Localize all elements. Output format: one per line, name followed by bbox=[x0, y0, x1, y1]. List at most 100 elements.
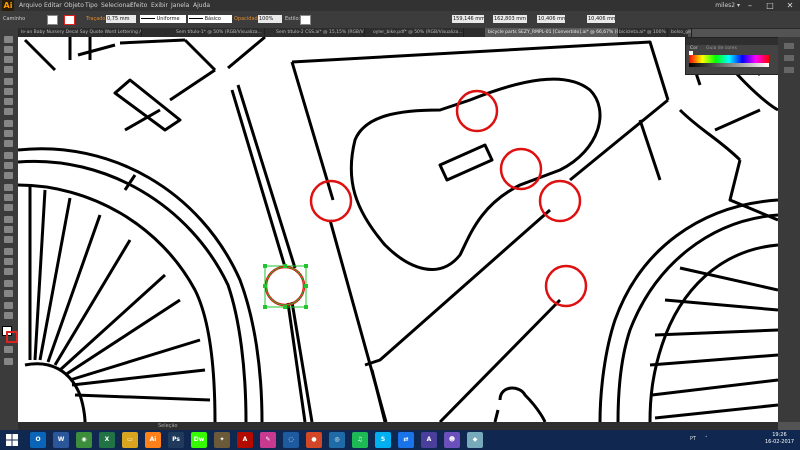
taskbar-app-outlook-icon[interactable]: O bbox=[30, 432, 46, 448]
hand-tool-icon[interactable] bbox=[4, 302, 13, 309]
taskbar-app-acrobat-icon[interactable]: A bbox=[237, 432, 253, 448]
panel-icon[interactable] bbox=[784, 55, 794, 61]
taskbar-app-app-20-icon[interactable]: ◆ bbox=[467, 432, 483, 448]
workspace-switcher[interactable]: miles2 ▾ bbox=[715, 2, 740, 9]
taskbar-app-photoshop-icon[interactable]: Ps bbox=[168, 432, 184, 448]
paintbrush-tool-icon[interactable] bbox=[4, 120, 13, 127]
shape-builder-tool-icon[interactable] bbox=[4, 194, 13, 201]
scale-tool-icon[interactable] bbox=[4, 162, 13, 169]
width-tool-icon[interactable] bbox=[4, 172, 13, 179]
brush-select[interactable]: Básico bbox=[188, 15, 232, 23]
panel-icon[interactable] bbox=[784, 43, 794, 49]
maximize-icon[interactable]: □ bbox=[760, 0, 780, 11]
taskbar-app-file-explorer-icon[interactable]: ▭ bbox=[122, 432, 138, 448]
artboard-canvas[interactable] bbox=[18, 37, 778, 422]
taskbar-app-illustrator-icon[interactable]: Ai bbox=[145, 432, 161, 448]
artboard-tool-icon[interactable] bbox=[4, 280, 13, 287]
menu-efeito[interactable]: Efeito bbox=[130, 2, 147, 9]
pencil-tool-icon[interactable] bbox=[4, 130, 13, 137]
windows-start-icon[interactable] bbox=[6, 434, 18, 446]
graph-tool-icon[interactable] bbox=[4, 268, 13, 275]
minimize-icon[interactable]: – bbox=[740, 0, 760, 11]
menu-exibir[interactable]: Exibir bbox=[151, 2, 168, 9]
tab-document-1[interactable]: le-an Baby Nursery Decal Say Quote Word … bbox=[18, 28, 142, 37]
selection-handle bbox=[263, 264, 267, 268]
taskbar-app-excel-icon[interactable]: X bbox=[99, 432, 115, 448]
menu-editar[interactable]: Editar bbox=[44, 2, 62, 9]
line-tool-icon[interactable] bbox=[4, 98, 13, 105]
type-tool-icon[interactable] bbox=[4, 88, 13, 95]
language-indicator[interactable]: PT bbox=[690, 436, 696, 442]
rotate-tool-icon[interactable] bbox=[4, 152, 13, 159]
selected-object[interactable] bbox=[263, 264, 308, 309]
taskbar-app-app-9-icon[interactable]: ✦ bbox=[214, 432, 230, 448]
grayscale-ramp[interactable] bbox=[689, 63, 769, 67]
stroke-profile-select[interactable]: Uniforme bbox=[140, 15, 186, 23]
screen-mode-icon[interactable] bbox=[4, 358, 13, 365]
taskbar-app-app-19-icon[interactable]: ☻ bbox=[444, 432, 460, 448]
menu-tipo[interactable]: Tipo bbox=[85, 2, 98, 9]
left-wheel-tire bbox=[18, 183, 217, 422]
selection-handle bbox=[304, 305, 308, 309]
color-panel-tab-guide[interactable]: Guia de cores bbox=[706, 46, 737, 51]
tray-chevron-icon[interactable]: ˄ bbox=[705, 436, 708, 442]
taskbar-clock[interactable]: 19:26 16-02-2017 bbox=[765, 432, 794, 446]
close-icon[interactable]: ✕ bbox=[780, 0, 800, 11]
tab-document-5[interactable]: bicycle parts SEZY_RMPL-01 [Convertido].… bbox=[485, 28, 619, 37]
menu-selecionar[interactable]: Selecionar bbox=[101, 2, 132, 9]
taskbar-app-skype-icon[interactable]: S bbox=[375, 432, 391, 448]
gradient-tool-icon[interactable] bbox=[4, 226, 13, 233]
zoom-tool-icon[interactable] bbox=[4, 312, 13, 319]
menu-janela[interactable]: Janela bbox=[171, 2, 189, 9]
magic-wand-tool-icon[interactable] bbox=[4, 56, 13, 63]
direct-selection-tool-icon[interactable] bbox=[4, 46, 13, 53]
fill-swatch[interactable] bbox=[47, 15, 58, 25]
menu-ajuda[interactable]: Ajuda bbox=[193, 2, 210, 9]
taskbar-app-chrome-icon[interactable]: ◉ bbox=[76, 432, 92, 448]
taskbar-app-dreamweaver-icon[interactable]: Dw bbox=[191, 432, 207, 448]
x-field[interactable]: 159,146 mm bbox=[452, 15, 484, 23]
stroke-weight-field[interactable]: 0,75 mm bbox=[106, 15, 136, 23]
tab-document-6[interactable]: bicicleta.ai* @ 100% (RGB/Visualiza... bbox=[616, 28, 668, 37]
tab-document-7[interactable]: bolso_geotour_final... bbox=[668, 28, 692, 37]
wheel-spoke bbox=[649, 353, 778, 367]
y-field[interactable]: 162,803 mm bbox=[493, 15, 527, 23]
taskbar-app-word-icon[interactable]: W bbox=[53, 432, 69, 448]
height-field[interactable]: 10,406 mm bbox=[587, 15, 615, 23]
stroke-swatch[interactable] bbox=[64, 15, 75, 25]
taskbar-app-spotify-icon[interactable]: ♫ bbox=[352, 432, 368, 448]
opacity-field[interactable]: 100% bbox=[258, 15, 282, 23]
taskbar-app-teamviewer-icon[interactable]: ⇄ bbox=[398, 432, 414, 448]
taskbar-app-app-13-icon[interactable]: ● bbox=[306, 432, 322, 448]
lasso-tool-icon[interactable] bbox=[4, 66, 13, 73]
stroke-label[interactable]: Traçado: bbox=[86, 16, 107, 22]
blend-tool-icon[interactable] bbox=[4, 248, 13, 255]
draw-mode-icon[interactable] bbox=[4, 346, 13, 353]
perspective-grid-tool-icon[interactable] bbox=[4, 204, 13, 211]
symbol-sprayer-tool-icon[interactable] bbox=[4, 258, 13, 265]
free-transform-tool-icon[interactable] bbox=[4, 184, 13, 191]
slice-tool-icon[interactable] bbox=[4, 290, 13, 297]
tab-document-2[interactable]: Sem título-1* @ 50% (RGB/Visualiza... bbox=[173, 28, 265, 37]
mesh-tool-icon[interactable] bbox=[4, 216, 13, 223]
stroke-color-swatch[interactable] bbox=[6, 331, 18, 343]
menu-objeto[interactable]: Objeto bbox=[64, 2, 84, 9]
taskbar-app-paint-icon[interactable]: ✎ bbox=[260, 432, 276, 448]
tools-panel bbox=[0, 28, 19, 430]
taskbar-app-app-18-icon[interactable]: A bbox=[421, 432, 437, 448]
eyedropper-tool-icon[interactable] bbox=[4, 236, 13, 243]
eraser-tool-icon[interactable] bbox=[4, 140, 13, 147]
color-spectrum[interactable] bbox=[689, 55, 769, 63]
tab-document-4[interactable]: oyler_bike.pdf* @ 50% (RGB/Visualiza... bbox=[370, 28, 464, 37]
rectangle-tool-icon[interactable] bbox=[4, 108, 13, 115]
panel-icon[interactable] bbox=[784, 67, 794, 73]
style-swatch[interactable] bbox=[300, 15, 311, 25]
bicycle-artwork[interactable] bbox=[18, 37, 778, 422]
menu-arquivo[interactable]: Arquivo bbox=[19, 2, 42, 9]
selection-tool-icon[interactable] bbox=[4, 36, 13, 43]
tab-document-3[interactable]: Sem título-2 CSS.ai* @ 15,15% (RGB/Visua… bbox=[273, 28, 365, 37]
width-field[interactable]: 10,406 mm bbox=[537, 15, 565, 23]
taskbar-app-app-12-icon[interactable]: ◌ bbox=[283, 432, 299, 448]
pen-tool-icon[interactable] bbox=[4, 78, 13, 85]
taskbar-app-app-14-icon[interactable]: ◎ bbox=[329, 432, 345, 448]
